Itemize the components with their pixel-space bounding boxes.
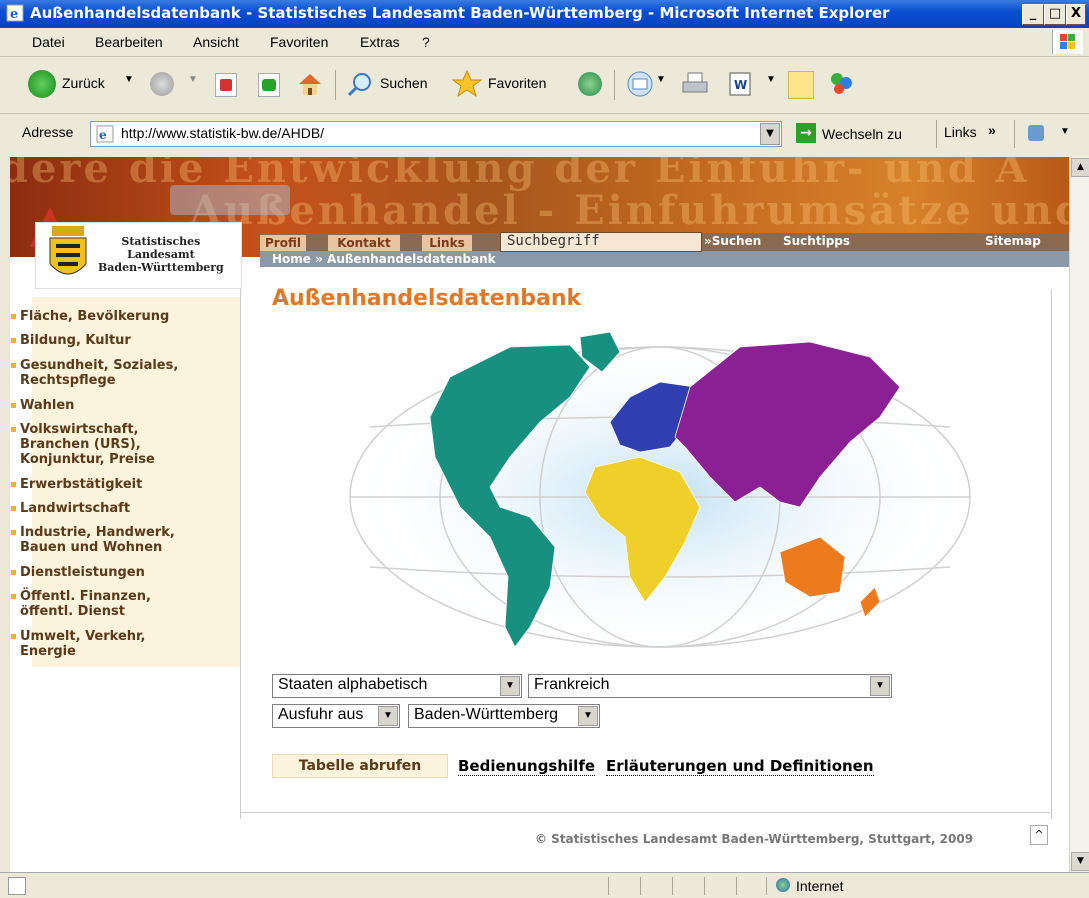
scroll-up-icon[interactable]: ▲: [1071, 158, 1089, 177]
status-bar: Internet: [0, 872, 1089, 898]
select-direction[interactable]: Ausfuhr aus ▼: [272, 704, 400, 728]
leftnav-item[interactable]: Volkswirtschaft, Branchen (URS), Konjunk…: [11, 422, 155, 467]
links-chevron-icon[interactable]: »: [988, 122, 996, 138]
coat-of-arms-icon: [49, 226, 87, 275]
menu-bar: Datei Bearbeiten Ansicht Favoriten Extra…: [0, 28, 1089, 57]
vertical-scrollbar[interactable]: ▲ ▼: [1069, 157, 1089, 872]
address-bar: Adresse e http://www.statistik-bw.de/AHD…: [0, 114, 1089, 154]
address-url: http://www.statistik-bw.de/AHDB/: [121, 125, 325, 141]
go-button[interactable]: Wechseln zu: [822, 126, 902, 142]
maximize-button[interactable]: □: [1044, 4, 1066, 25]
messenger-icon[interactable]: [826, 69, 856, 99]
menu-datei[interactable]: Datei: [32, 34, 65, 50]
favorites-star-icon[interactable]: [452, 69, 482, 99]
select-country-type[interactable]: Staaten alphabetisch ▼: [272, 674, 522, 698]
back-arrow-icon[interactable]: [28, 70, 56, 98]
scroll-down-icon[interactable]: ▼: [1071, 852, 1089, 871]
home-icon[interactable]: [296, 70, 324, 98]
chevron-down-icon: ▼: [578, 706, 598, 726]
site-search-input[interactable]: Suchbegriff: [500, 232, 702, 252]
stop-icon[interactable]: [215, 73, 237, 97]
svg-text:e: e: [99, 128, 107, 142]
standard-toolbar: Zurück ▼ ▼ Suchen Favoriten ▼ W ▼: [0, 57, 1089, 114]
minimize-button[interactable]: _: [1022, 4, 1044, 25]
select-country[interactable]: Frankreich ▼: [528, 674, 892, 698]
notes-icon[interactable]: [788, 71, 814, 99]
world-map[interactable]: [340, 327, 980, 667]
back-button[interactable]: Zurück: [62, 75, 105, 91]
leftnav-item[interactable]: Bildung, Kultur: [11, 333, 131, 348]
address-label: Adresse: [22, 124, 74, 140]
leftnav-item[interactable]: Öffentl. Finanzen, öffentl. Dienst: [11, 589, 151, 619]
sitemap-link[interactable]: Sitemap: [985, 234, 1041, 248]
logo-line1: Statistisches: [121, 235, 201, 248]
nav-kontakt[interactable]: Kontakt: [328, 235, 400, 251]
leftnav-item[interactable]: Fläche, Bevölkerung: [10, 309, 169, 324]
help-link[interactable]: Bedienungshilfe: [458, 757, 596, 776]
windows-logo-icon: [1052, 30, 1083, 54]
window-title: Außenhandelsdatenbank - Statistisches La…: [30, 4, 890, 22]
search-tips-link[interactable]: Suchtipps: [783, 234, 850, 248]
svg-text:e: e: [10, 7, 18, 22]
chevron-down-icon: ▼: [500, 676, 520, 696]
page-status-icon: [8, 877, 26, 895]
address-dropdown-icon[interactable]: ▼: [760, 123, 780, 145]
chevron-down-icon: ▼: [870, 676, 890, 696]
go-arrow-icon[interactable]: →: [796, 123, 816, 143]
leftnav-item[interactable]: Umwelt, Verkehr, Energie: [10, 629, 145, 659]
forward-dropdown-icon[interactable]: ▼: [188, 74, 198, 85]
leftnav-item[interactable]: Industrie, Handwerk, Bauen und Wohnen: [11, 525, 175, 555]
svg-text:W: W: [734, 78, 747, 92]
page-icon: e: [96, 125, 114, 143]
menu-extras[interactable]: Extras: [360, 34, 400, 50]
breadcrumb[interactable]: Home » Außenhandelsdatenbank: [272, 252, 496, 266]
search-button[interactable]: Suchen: [380, 75, 427, 91]
search-icon[interactable]: [346, 70, 374, 98]
leftnav-item[interactable]: Landwirtschaft: [10, 501, 130, 516]
address-input[interactable]: e http://www.statistik-bw.de/AHDB/ ▼: [90, 121, 782, 147]
banner-bg-text-2: Außenhandel - Einfuhrumsätze und: [190, 187, 1069, 234]
close-button[interactable]: X: [1066, 4, 1086, 25]
get-table-button[interactable]: Tabelle abrufen: [272, 754, 448, 778]
menu-favoriten[interactable]: Favoriten: [270, 34, 328, 50]
mail-icon[interactable]: [626, 70, 654, 98]
menu-ansicht[interactable]: Ansicht: [193, 34, 239, 50]
print-icon[interactable]: [680, 70, 710, 98]
leftnav-item[interactable]: Gesundheit, Soziales, Rechtspflege: [10, 358, 178, 388]
logo-line3: Baden-Württemberg: [98, 261, 224, 274]
logo-line2: Landesamt: [127, 248, 195, 261]
title-bar: e Außenhandelsdatenbank - Statistisches …: [0, 0, 1089, 28]
select-region[interactable]: Baden-Württemberg ▼: [408, 704, 600, 728]
favorites-button[interactable]: Favoriten: [488, 75, 546, 91]
links-toolbar[interactable]: Links: [944, 124, 977, 140]
to-top-icon[interactable]: ^: [1030, 825, 1048, 845]
forward-arrow-icon[interactable]: [150, 72, 174, 96]
history-icon[interactable]: [578, 72, 602, 96]
site-search-button[interactable]: »Suchen: [704, 234, 761, 248]
toolbar-extra-icon[interactable]: [1028, 125, 1044, 141]
copyright-footer: © Statistisches Landesamt Baden-Württemb…: [535, 832, 974, 846]
logo[interactable]: Statistisches Landesamt Baden-Württember…: [35, 222, 242, 289]
mail-dropdown-icon[interactable]: ▼: [656, 74, 666, 85]
chevron-down-icon: ▼: [378, 706, 398, 726]
extra-dropdown-icon[interactable]: ▼: [1060, 126, 1070, 137]
menu-help[interactable]: ?: [422, 34, 430, 50]
word-edit-icon[interactable]: W: [728, 71, 752, 97]
internet-zone-icon: [776, 878, 790, 892]
back-dropdown-icon[interactable]: ▼: [124, 74, 134, 85]
menu-bearbeiten[interactable]: Bearbeiten: [95, 34, 163, 50]
ie-icon: e: [6, 4, 24, 22]
page-title: Außenhandelsdatenbank: [272, 286, 582, 311]
nav-profil[interactable]: Profil: [260, 235, 306, 251]
page-viewport: dere die Entwicklung der Einfuhr- und A …: [10, 157, 1069, 872]
leftnav-item[interactable]: Erwerbstätigkeit: [10, 477, 142, 492]
leftnav-item[interactable]: Dienstleistungen: [11, 565, 145, 580]
nav-links[interactable]: Links: [422, 235, 472, 251]
leftnav-item[interactable]: Wahlen: [10, 398, 74, 413]
definitions-link[interactable]: Erläuterungen und Definitionen: [606, 757, 874, 776]
security-zone-label: Internet: [796, 878, 844, 894]
edit-dropdown-icon[interactable]: ▼: [766, 74, 776, 85]
refresh-icon[interactable]: [258, 73, 280, 97]
